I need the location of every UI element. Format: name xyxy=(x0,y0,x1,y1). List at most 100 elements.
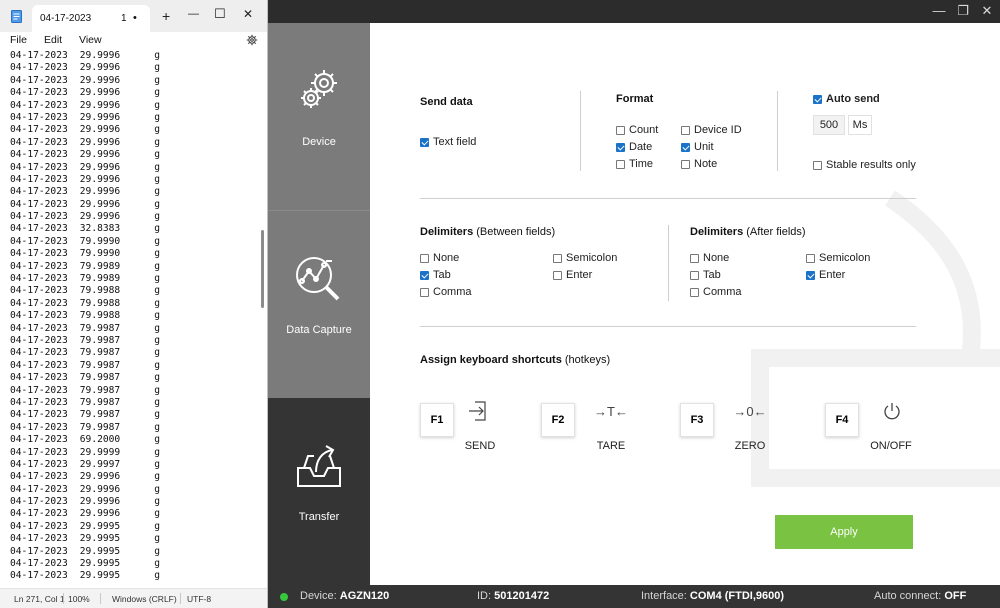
line-weight: 29.9996 xyxy=(79,136,121,148)
line-date: 04-17-2023 xyxy=(10,297,68,309)
line-weight: 29.9996 xyxy=(79,124,121,136)
delimiters-after-title: Delimiters (After fields) xyxy=(690,226,806,238)
shortcut-label-onoff: ON/OFF xyxy=(870,440,912,452)
between-tab-checkbox[interactable]: Tab xyxy=(420,269,451,281)
line-date: 04-17-2023 xyxy=(10,99,68,111)
settings-panel: Send data Text field Format Count Date T… xyxy=(370,23,1000,585)
auto-send-unit-select[interactable]: Ms xyxy=(848,115,872,135)
apply-button[interactable]: Apply xyxy=(775,515,913,549)
zoom-level: 100% xyxy=(68,594,90,604)
line-weight: 29.9995 xyxy=(79,558,121,570)
line-unit: g xyxy=(154,471,160,483)
between-enter-checkbox[interactable]: Enter xyxy=(553,269,592,281)
notepad-window: 04-17-2023 1 • + — ☐ ✕ File Edit View 04… xyxy=(0,0,268,608)
line-date: 04-17-2023 xyxy=(10,372,68,384)
sidebar-item-label: Data Capture xyxy=(286,324,352,336)
app-close-button[interactable]: ✕ xyxy=(976,2,998,20)
auto-send-checkbox[interactable]: Auto send xyxy=(813,93,880,105)
text-line: 04-17-2023 29.9996 g xyxy=(10,87,250,99)
status-label: ID: xyxy=(477,590,492,602)
line-date: 04-17-2023 xyxy=(10,248,68,260)
line-unit: g xyxy=(154,161,160,173)
line-unit: g xyxy=(154,310,160,322)
checkbox-label: Note xyxy=(694,158,718,170)
line-unit: g xyxy=(154,322,160,334)
shortcut-key-f1[interactable]: F1 xyxy=(420,403,454,437)
between-semicolon-checkbox[interactable]: Semicolon xyxy=(553,252,617,264)
after-comma-checkbox[interactable]: Comma xyxy=(690,286,742,298)
menu-edit[interactable]: Edit xyxy=(44,34,62,46)
line-unit: g xyxy=(154,149,160,161)
shortcut-key-f4[interactable]: F4 xyxy=(825,403,859,437)
app-maximize-button[interactable]: ❐ xyxy=(952,2,974,20)
notepad-text-area[interactable]: 04-17-2023 29.9996 g 04-17-2023 29.9996 g 04-1… xyxy=(10,50,250,586)
line-date: 04-17-2023 xyxy=(10,211,68,223)
subtitle-text: (hotkeys) xyxy=(564,354,611,366)
line-date: 04-17-2023 xyxy=(10,198,68,210)
line-weight: 79.9987 xyxy=(79,359,121,371)
subtitle-text: (Between fields) xyxy=(476,226,556,238)
notepad-scrollbar-thumb[interactable] xyxy=(261,230,264,308)
status-divider xyxy=(63,593,64,604)
format-unit-checkbox[interactable]: Unit xyxy=(681,141,714,153)
line-weight: 29.9997 xyxy=(79,458,121,470)
line-unit: g xyxy=(154,235,160,247)
line-weight: 29.9996 xyxy=(79,74,121,86)
notepad-close-button[interactable]: ✕ xyxy=(243,7,253,21)
text-line: 04-17-2023 29.9996 g xyxy=(10,75,250,87)
format-note-checkbox[interactable]: Note xyxy=(681,158,717,170)
zero-icon: →0← xyxy=(733,403,767,419)
format-date-checkbox[interactable]: Date xyxy=(616,141,652,153)
line-weight: 79.9987 xyxy=(79,372,121,384)
shortcut-key-f3[interactable]: F3 xyxy=(680,403,714,437)
line-weight: 79.9987 xyxy=(79,384,121,396)
sidebar-item-device[interactable]: Device xyxy=(268,23,370,210)
line-weight: 29.9996 xyxy=(79,173,121,185)
text-line: 04-17-2023 79.9988 g xyxy=(10,285,250,297)
after-none-checkbox[interactable]: None xyxy=(690,252,729,264)
app-status-bar: Device: AGZN120 ID: 501201472 Interface:… xyxy=(268,585,1000,608)
status-label: Device: xyxy=(300,590,337,602)
menu-view[interactable]: View xyxy=(79,34,102,46)
text-field-checkbox[interactable]: Text field xyxy=(420,136,476,148)
notepad-tab[interactable]: 04-17-2023 1 • xyxy=(32,5,150,32)
line-unit: g xyxy=(154,570,160,582)
between-none-checkbox[interactable]: None xyxy=(420,252,459,264)
text-line: 04-17-2023 29.9995 g xyxy=(10,558,250,570)
notepad-minimize-button[interactable]: — xyxy=(188,8,199,20)
checkbox-label: Tab xyxy=(703,269,721,281)
line-unit: g xyxy=(154,558,160,570)
sidebar-item-transfer[interactable]: Transfer xyxy=(268,398,370,585)
app-minimize-button[interactable]: — xyxy=(928,2,950,20)
format-device-id-checkbox[interactable]: Device ID xyxy=(681,124,742,136)
notepad-maximize-button[interactable]: ☐ xyxy=(214,6,226,22)
checkbox-label: Count xyxy=(629,124,659,136)
line-unit: g xyxy=(154,273,160,285)
format-title: Format xyxy=(616,93,654,105)
stable-results-checkbox[interactable]: Stable results only xyxy=(813,159,916,171)
after-enter-checkbox[interactable]: Enter xyxy=(806,269,845,281)
new-tab-button[interactable]: + xyxy=(162,8,170,24)
format-count-checkbox[interactable]: Count xyxy=(616,124,658,136)
after-semicolon-checkbox[interactable]: Semicolon xyxy=(806,252,870,264)
menu-file[interactable]: File xyxy=(10,34,27,46)
tab-unsaved-dot-icon[interactable]: • xyxy=(133,12,137,24)
line-weight: 29.9996 xyxy=(79,496,121,508)
shortcut-key-f2[interactable]: F2 xyxy=(541,403,575,437)
after-tab-checkbox[interactable]: Tab xyxy=(690,269,721,281)
between-comma-checkbox[interactable]: Comma xyxy=(420,286,472,298)
line-weight: 79.9987 xyxy=(79,396,121,408)
auto-send-interval-input[interactable]: 500 xyxy=(813,115,845,135)
line-weight: 29.9995 xyxy=(79,570,121,582)
checkbox-label: Time xyxy=(629,158,654,170)
send-icon xyxy=(460,399,500,423)
text-line: 04-17-2023 29.9995 g xyxy=(10,533,250,545)
power-icon xyxy=(872,399,912,423)
gear-icon[interactable] xyxy=(246,34,258,46)
checkbox-box xyxy=(681,125,690,135)
sidebar-item-data-capture[interactable]: Data Capture xyxy=(268,211,370,398)
line-date: 04-17-2023 xyxy=(10,533,68,545)
title-text: Assign keyboard shortcuts xyxy=(420,354,562,366)
text-line: 04-17-2023 29.9996 g xyxy=(10,62,250,74)
format-time-checkbox[interactable]: Time xyxy=(616,158,653,170)
